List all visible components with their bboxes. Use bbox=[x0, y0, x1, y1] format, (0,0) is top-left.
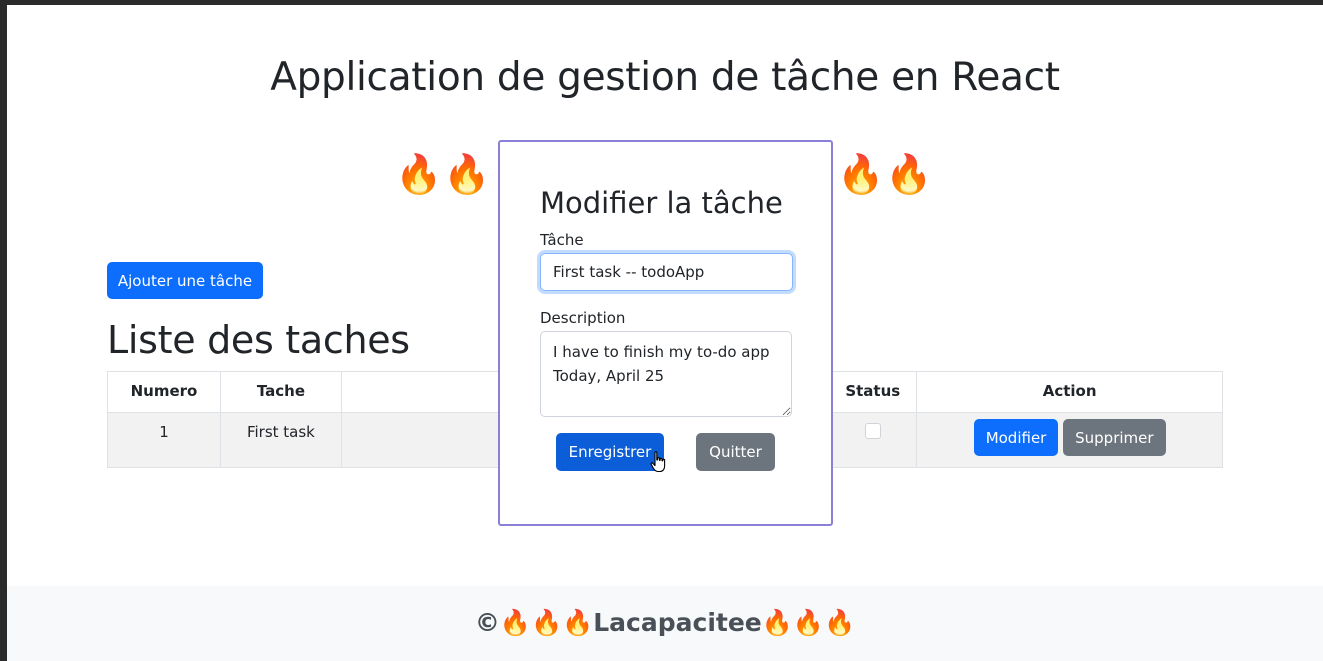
header-status: Status bbox=[828, 371, 918, 413]
add-task-button[interactable]: Ajouter une tâche bbox=[107, 262, 263, 299]
app-title: Application de gestion de tâche en React bbox=[270, 55, 1060, 100]
edit-task-modal: Modifier la tâche Tâche Description I ha… bbox=[498, 140, 833, 526]
cell-numero: 1 bbox=[107, 412, 221, 468]
task-input[interactable] bbox=[540, 253, 793, 291]
description-textarea[interactable]: I have to finish my to-do app Today, Apr… bbox=[540, 331, 792, 417]
fire-decoration-right: 🔥🔥 bbox=[837, 151, 933, 197]
hand-pointer-icon bbox=[650, 451, 666, 473]
cell-tache: First task bbox=[219, 412, 342, 468]
task-field-label: Tâche bbox=[540, 231, 584, 249]
fire-icon: 🔥 bbox=[885, 152, 933, 196]
fire-icon: 🔥 bbox=[837, 152, 885, 196]
footer-text: ©🔥🔥🔥Lacapacitee🔥🔥🔥 bbox=[474, 608, 856, 637]
header-action: Action bbox=[916, 371, 1223, 413]
delete-button[interactable]: Supprimer bbox=[1063, 419, 1166, 456]
task-list-title: Liste des taches bbox=[107, 318, 410, 362]
modify-button[interactable]: Modifier bbox=[973, 419, 1059, 456]
quit-button[interactable]: Quitter bbox=[696, 433, 775, 471]
footer: ©🔥🔥🔥Lacapacitee🔥🔥🔥 bbox=[7, 586, 1323, 661]
cell-status bbox=[828, 412, 918, 468]
status-checkbox[interactable] bbox=[864, 423, 881, 439]
fire-icon: 🔥 bbox=[395, 152, 443, 196]
header-numero: Numero bbox=[107, 371, 221, 413]
description-field-label: Description bbox=[540, 309, 626, 327]
header-tache: Tache bbox=[219, 371, 342, 413]
save-button[interactable]: Enregistrer bbox=[556, 433, 664, 471]
cell-action: Modifier Supprimer bbox=[916, 412, 1223, 468]
fire-decoration-left: 🔥🔥 bbox=[395, 151, 491, 197]
fire-icon: 🔥 bbox=[443, 152, 491, 196]
app-page: Application de gestion de tâche en React… bbox=[7, 5, 1323, 661]
modal-title: Modifier la tâche bbox=[540, 186, 783, 220]
